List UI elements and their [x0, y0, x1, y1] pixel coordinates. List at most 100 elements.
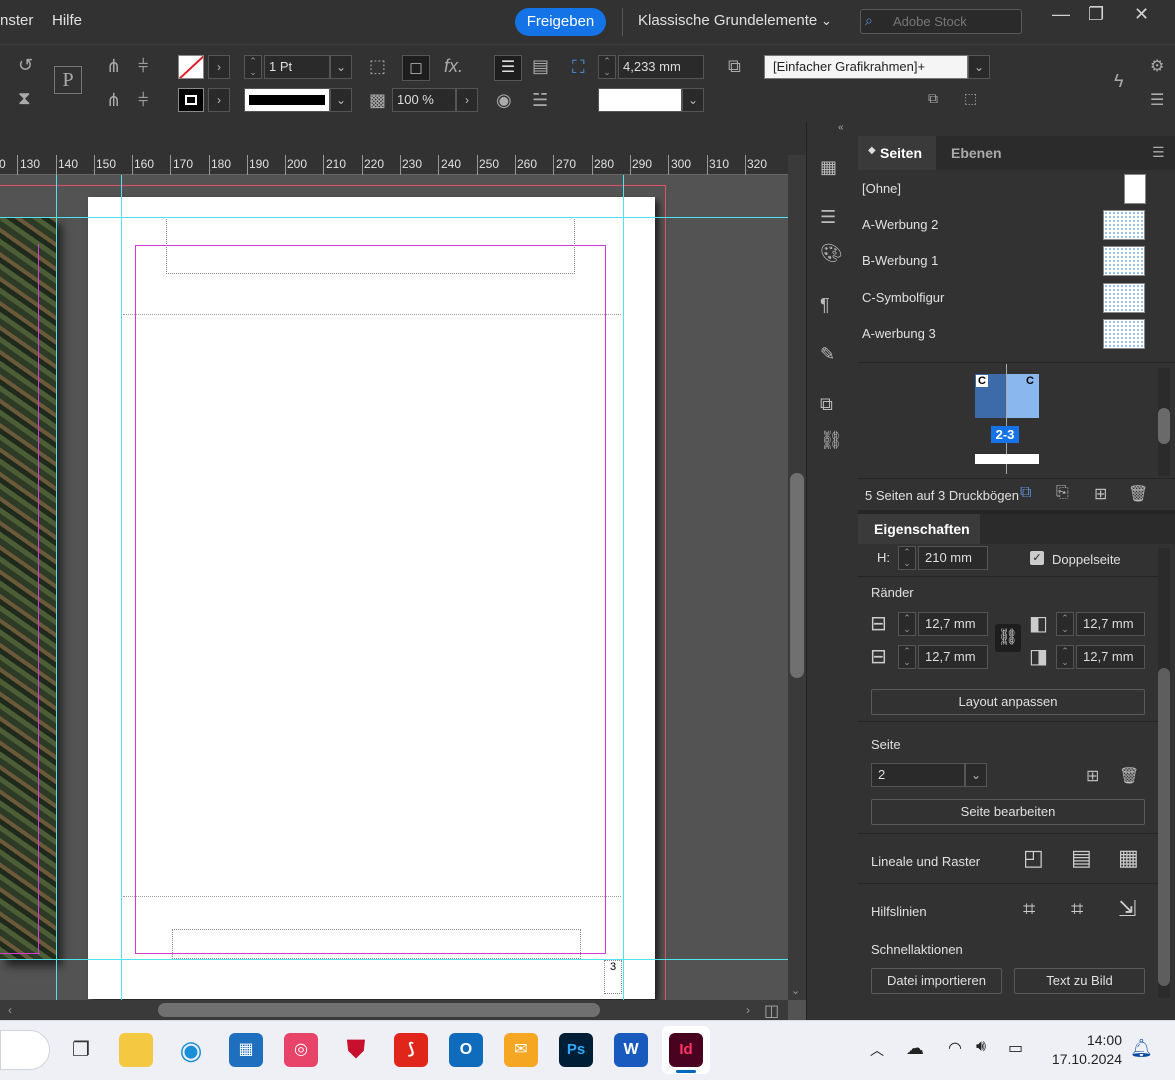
- chevron-up-icon[interactable]: ︿: [870, 1040, 884, 1060]
- flip-icon[interactable]: ⧗: [18, 88, 31, 109]
- close-icon[interactable]: ✕: [1134, 4, 1149, 25]
- new-master-icon[interactable]: ⎘: [1056, 484, 1069, 502]
- text-wrap-box-icon[interactable]: ▤: [532, 56, 549, 77]
- collapse-arrows-icon[interactable]: «: [838, 122, 844, 133]
- import-file-button[interactable]: Datei importieren: [871, 968, 1002, 994]
- footer-text-frame[interactable]: [172, 929, 581, 959]
- paragraph-styles-icon[interactable]: ¶: [820, 295, 830, 316]
- ruler-guide-vertical[interactable]: [56, 175, 57, 1000]
- margin-top-field[interactable]: 12,7 mm: [918, 612, 988, 636]
- auto-fit-icon[interactable]: ⛶: [572, 57, 585, 78]
- facing-pages-checkbox[interactable]: ✓: [1030, 551, 1044, 565]
- object-style-dropdown[interactable]: ⌄: [968, 55, 990, 79]
- offset-stepper[interactable]: ⌃ ⌄: [598, 55, 616, 79]
- delete-page-icon[interactable]: 🗑︎: [1119, 766, 1139, 786]
- horizontal-scroll-thumb[interactable]: [158, 1003, 600, 1017]
- object-styles-icon[interactable]: ⧉: [820, 394, 833, 415]
- edit-page-button[interactable]: Seite bearbeiten: [871, 799, 1145, 825]
- adjust-layout-button[interactable]: Layout anpassen: [871, 689, 1145, 715]
- clear-attributes-icon[interactable]: ⬚: [964, 90, 977, 107]
- workspace-switcher[interactable]: Klassische Grundelemente: [638, 12, 817, 29]
- page-3-thumbnail[interactable]: [1007, 374, 1039, 418]
- rotate-icon[interactable]: ↺: [18, 55, 33, 76]
- fitting-preview[interactable]: [598, 88, 682, 112]
- distribute-right-icon[interactable]: ⫩: [138, 90, 148, 111]
- horizontal-ruler[interactable]: 0 130 140 150 160 170 180 190 200 210 22…: [0, 155, 788, 175]
- scroll-left-chevron-icon[interactable]: ‹: [8, 1003, 12, 1017]
- fill-menu-chevron-icon[interactable]: ›: [208, 55, 230, 79]
- text-wrap-shape-icon[interactable]: ◉: [496, 90, 512, 111]
- page-select-dropdown[interactable]: ⌄: [965, 763, 987, 787]
- master-a-werbung-2[interactable]: A-Werbung 2: [862, 217, 938, 232]
- pages-panel-icon[interactable]: ▦: [820, 157, 837, 178]
- margin-bottom-field[interactable]: 12,7 mm: [918, 645, 988, 669]
- spread-2-3-thumbnail[interactable]: C C: [975, 374, 1039, 418]
- opacity-chevron-icon[interactable]: ›: [456, 88, 478, 112]
- stroke-weight-dropdown[interactable]: ⌄: [330, 55, 352, 79]
- distribute-hcenter-icon[interactable]: ⫩: [138, 56, 148, 77]
- master-thumbnail[interactable]: [1103, 246, 1145, 276]
- text-wrap-jump-icon[interactable]: ☱: [532, 90, 548, 111]
- microsoft-store-icon[interactable]: ▦: [229, 1033, 263, 1067]
- stroke-type-dropdown[interactable]: ⌄: [330, 88, 352, 112]
- split-window-icon[interactable]: ◫: [764, 1001, 779, 1021]
- fitting-dropdown[interactable]: ⌄: [682, 88, 704, 112]
- adobe-stock-search[interactable]: ⌕ Adobe Stock: [860, 9, 1022, 34]
- photoshop-icon[interactable]: Ps: [559, 1033, 593, 1067]
- margin-outside-stepper[interactable]: ⌃ ⌄: [1056, 645, 1074, 669]
- master-thumbnail[interactable]: [1103, 283, 1145, 313]
- rulers-icon[interactable]: ◰: [1023, 845, 1044, 871]
- add-page-icon[interactable]: ⊞: [1086, 766, 1099, 786]
- effects-fx-icon[interactable]: fx.: [444, 56, 463, 77]
- header-text-frame[interactable]: [166, 219, 575, 274]
- distribute-top-icon[interactable]: ⋔: [106, 56, 121, 77]
- stroke-swatch[interactable]: [178, 88, 204, 112]
- word-icon[interactable]: W: [614, 1033, 648, 1067]
- ruler-guide-vertical[interactable]: [121, 175, 122, 1000]
- show-guides-icon[interactable]: ⌗: [1023, 896, 1035, 922]
- ruler-guide-horizontal[interactable]: [0, 959, 788, 960]
- stroke-weight-field[interactable]: 1 Pt: [264, 55, 330, 79]
- document-grid-icon[interactable]: ▦: [1118, 845, 1139, 871]
- new-page-icon[interactable]: ⊞: [1094, 484, 1107, 504]
- master-thumbnail[interactable]: [1103, 319, 1145, 349]
- stroke-menu-chevron-icon[interactable]: ›: [208, 88, 230, 112]
- page-select[interactable]: 2: [871, 763, 965, 787]
- pages-scroll-thumb[interactable]: [1158, 408, 1170, 444]
- opacity-field[interactable]: 100 %: [392, 88, 456, 112]
- creative-cloud-icon[interactable]: ◎: [284, 1033, 318, 1067]
- indesign-icon[interactable]: Id: [669, 1033, 703, 1067]
- stroke-weight-stepper[interactable]: ⌃ ⌄: [244, 55, 262, 79]
- quick-apply-icon[interactable]: ϟ: [1114, 71, 1124, 92]
- minimize-icon[interactable]: —: [1052, 4, 1070, 25]
- text-wrap-none-icon[interactable]: ☰: [494, 55, 522, 81]
- character-styles-icon[interactable]: ✎: [820, 344, 835, 365]
- master-thumbnail[interactable]: [1103, 210, 1145, 240]
- task-view-icon[interactable]: ❐: [64, 1033, 98, 1067]
- links-panel-icon[interactable]: ⛓: [820, 430, 843, 451]
- fill-swatch-none[interactable]: [178, 55, 204, 79]
- menu-window[interactable]: nster: [0, 12, 33, 29]
- lock-guides-icon[interactable]: ⌗: [1071, 896, 1083, 922]
- taskbar-search-box[interactable]: [0, 1030, 50, 1070]
- master-a-werbung-3[interactable]: A-werbung 3: [862, 326, 936, 341]
- panel-menu-icon[interactable]: ☰: [1152, 144, 1165, 161]
- ruler-guide-horizontal[interactable]: [0, 217, 788, 218]
- battery-icon[interactable]: ▭: [1008, 1038, 1023, 1058]
- object-style-field[interactable]: [Einfacher Grafikrahmen]+: [764, 55, 968, 79]
- spread-number-badge[interactable]: 2-3: [991, 426, 1019, 443]
- offset-field[interactable]: 4,233 mm: [618, 55, 704, 79]
- margin-inside-field[interactable]: 12,7 mm: [1076, 612, 1145, 636]
- file-explorer-icon[interactable]: [119, 1033, 153, 1067]
- settings-gear-icon[interactable]: ⚙: [1150, 56, 1164, 76]
- frame-edge-icon[interactable]: ⬚: [369, 56, 386, 77]
- clear-overrides-icon[interactable]: ⧉: [928, 90, 938, 107]
- tab-layers[interactable]: Ebenen: [951, 145, 1002, 161]
- acrobat-icon[interactable]: ⟆: [394, 1033, 428, 1067]
- text-to-image-button[interactable]: Text zu Bild: [1014, 968, 1145, 994]
- chevron-down-icon[interactable]: ⌄: [821, 13, 832, 29]
- placed-image-left-page[interactable]: [0, 218, 56, 960]
- swatches-panel-icon[interactable]: 🎨︎: [820, 243, 843, 264]
- baseline-grid-icon[interactable]: ▤: [1071, 845, 1092, 871]
- paragraph-panel-icon[interactable]: ☰: [820, 207, 836, 228]
